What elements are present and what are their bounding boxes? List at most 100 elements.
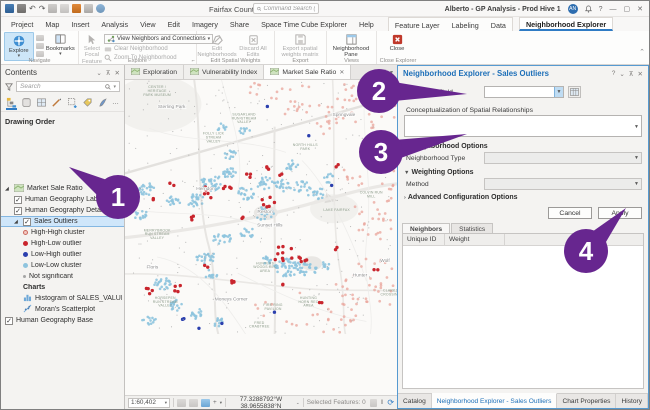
ribbon-tab-labeling[interactable]: Labeling: [446, 18, 485, 31]
map-scale-select[interactable]: 1:60,402 ▾: [128, 398, 170, 408]
map-tab-close-icon[interactable]: ✕: [339, 69, 344, 76]
selected-features-label[interactable]: Selected Features: 0: [307, 399, 366, 406]
full-extent-icon[interactable]: [36, 51, 44, 57]
customize-icon[interactable]: [96, 4, 105, 13]
status-more-icon[interactable]: ▾: [220, 400, 222, 406]
snapping-toggle-icon[interactable]: [201, 399, 210, 407]
windows-icon[interactable]: [84, 4, 93, 13]
ribbon-tab-imagery[interactable]: Imagery: [186, 17, 224, 31]
discard-all-edits-button[interactable]: Discard All Edits: [236, 32, 270, 59]
tree-item-sales-outliers[interactable]: ◢✓Sales Outliers: [1, 216, 124, 227]
ribbon-tab-data[interactable]: Data: [485, 18, 512, 31]
tree-item-moran-s-scatterplot[interactable]: Moran's Scatterplot: [1, 304, 124, 315]
neighborhood-options-section[interactable]: ▼Neighborhood Options: [404, 143, 488, 150]
redo-icon[interactable]: ↷: [39, 4, 46, 13]
bottom-tab-chart-properties[interactable]: Chart Properties: [557, 394, 616, 408]
map-tab-market-sale-ratio[interactable]: Market Sale Ratio✕: [264, 65, 351, 79]
bottom-tab-catalog[interactable]: Catalog: [398, 394, 432, 408]
method-select[interactable]: ▼: [484, 178, 642, 190]
conceptualization-dropdown-icon[interactable]: ▼: [632, 123, 641, 131]
select-icon[interactable]: [60, 4, 69, 13]
unique-id-field-select[interactable]: ▼: [484, 86, 564, 98]
close-window-button[interactable]: ✕: [637, 5, 643, 13]
account-name[interactable]: Alberto - GP Analysis - Prod Hive 1: [445, 6, 561, 13]
switch-to-table-button[interactable]: [568, 86, 581, 98]
list-by-drawing-order-icon[interactable]: [6, 96, 17, 108]
ribbon-tab-space-time-cube-explorer[interactable]: Space Time Cube Explorer: [255, 17, 353, 31]
ribbon-tab-view[interactable]: View: [134, 17, 161, 31]
apply-button[interactable]: Apply: [598, 207, 642, 219]
notifications-icon[interactable]: [585, 5, 592, 13]
contents-close-icon[interactable]: ✕: [115, 69, 120, 77]
weighting-options-section[interactable]: ▼Weighting Options: [404, 169, 474, 176]
layer-checkbox[interactable]: ✓: [14, 196, 22, 204]
pane-close-icon[interactable]: ✕: [638, 70, 643, 78]
ribbon-tab-edit[interactable]: Edit: [162, 17, 186, 31]
refresh-icon[interactable]: ⟳: [387, 398, 394, 407]
list-by-labeling-icon[interactable]: [82, 96, 93, 108]
ribbon-tab-project[interactable]: Project: [5, 17, 39, 31]
column-header-unique-id[interactable]: Unique ID: [403, 234, 445, 245]
ribbon-tab-neighborhood-explorer[interactable]: Neighborhood Explorer: [519, 17, 613, 31]
contents-search-input[interactable]: Search ▾: [16, 81, 120, 92]
tree-item-human-geography-label[interactable]: ✓Human Geography Label: [1, 194, 124, 205]
tree-item-histogram-of-sales-value[interactable]: Histogram of SALES_VALUE: [1, 293, 124, 304]
fixed-zoom-icon[interactable]: [36, 43, 44, 49]
map-tab-vulnerability-index[interactable]: Vulnerability Index: [184, 65, 264, 79]
tree-item-human-geography-detail[interactable]: ✓Human Geography Detail: [1, 205, 124, 216]
ribbon-tab-help[interactable]: Help: [353, 17, 380, 31]
close-explorer-button[interactable]: Close: [380, 32, 414, 52]
collapse-ribbon-icon[interactable]: ⌃: [639, 48, 645, 56]
undo-icon[interactable]: ↶: [29, 4, 36, 13]
coords-dropdown-icon[interactable]: ⌄: [296, 400, 300, 406]
list-by-charts-icon[interactable]: [97, 96, 108, 108]
pane-help-icon[interactable]: ?: [612, 70, 616, 78]
list-by-selection-icon[interactable]: [67, 96, 78, 108]
avatar[interactable]: AN: [568, 4, 578, 14]
column-header-weight[interactable]: Weight: [445, 234, 505, 245]
map-tabs-overflow-icon[interactable]: ▾: [386, 65, 397, 79]
layer-checkbox[interactable]: ✓: [5, 317, 13, 325]
new-map-surround-icon[interactable]: [177, 399, 186, 407]
bottom-tab-neighborhood-explorer-sales-outliers[interactable]: Neighborhood Explorer - Sales Outliers: [432, 393, 558, 408]
contents-more-icon[interactable]: …: [112, 99, 119, 106]
pane-pin-icon[interactable]: ⊼: [629, 70, 634, 78]
list-by-editing-icon[interactable]: [51, 96, 62, 108]
list-by-data-source-icon[interactable]: [21, 96, 32, 108]
contents-pin-icon[interactable]: ⊼: [106, 69, 111, 77]
layer-checkbox[interactable]: ✓: [23, 218, 31, 226]
bottom-tab-history[interactable]: History: [616, 394, 648, 408]
map-tab-exploration[interactable]: Exploration: [125, 65, 184, 79]
dialog-launcher-icon[interactable]: ⌐: [192, 58, 195, 64]
save-icon[interactable]: [17, 4, 26, 13]
geoprocessing-icon[interactable]: [72, 4, 81, 13]
tree-item-high-high-cluster[interactable]: High-High cluster: [1, 227, 124, 238]
ribbon-tab-feature-layer[interactable]: Feature Layer: [389, 18, 446, 31]
neighbors-table-body[interactable]: [403, 246, 643, 388]
expander-icon[interactable]: ◢: [14, 219, 20, 225]
explore-button[interactable]: Explore ▾: [4, 32, 34, 61]
ribbon-tab-analysis[interactable]: Analysis: [95, 17, 134, 31]
pane-menu-icon[interactable]: ⌄: [619, 70, 624, 78]
export-spatial-weights-button[interactable]: Export spatial weights matrix: [278, 32, 322, 59]
ribbon-tab-map[interactable]: Map: [39, 17, 65, 31]
command-search-input[interactable]: Command Search (Alt+Q): [253, 3, 319, 14]
attributes-icon[interactable]: [370, 399, 377, 407]
add-bookmark-icon[interactable]: +: [213, 399, 217, 406]
edit-neighborhoods-button[interactable]: Edit Neighborhoods: [200, 32, 234, 59]
bookmarks-button[interactable]: Bookmarks ▾: [46, 32, 75, 58]
tree-item-market-sale-ratio[interactable]: ◢Market Sale Ratio: [1, 183, 124, 194]
neighborhood-pane-button[interactable]: Neighborhood Pane: [330, 32, 372, 59]
filter-icon[interactable]: [5, 83, 13, 91]
ribbon-tab-insert[interactable]: Insert: [65, 17, 95, 31]
layer-checkbox[interactable]: ✓: [14, 207, 22, 215]
tree-item-human-geography-base[interactable]: ✓Human Geography Base: [1, 315, 124, 326]
tree-item-low-low-cluster[interactable]: Low-Low cluster: [1, 260, 124, 271]
cancel-button[interactable]: Cancel: [548, 207, 592, 219]
tree-heading-charts[interactable]: Charts: [1, 282, 124, 293]
help-icon[interactable]: ?: [599, 6, 603, 13]
layout-grid-icon[interactable]: [189, 399, 198, 407]
advanced-options-section[interactable]: ›Advanced Configuration Options: [404, 194, 518, 201]
neighborhood-type-select[interactable]: ▼: [484, 152, 642, 164]
unique-id-dropdown-icon[interactable]: ▼: [554, 87, 563, 97]
